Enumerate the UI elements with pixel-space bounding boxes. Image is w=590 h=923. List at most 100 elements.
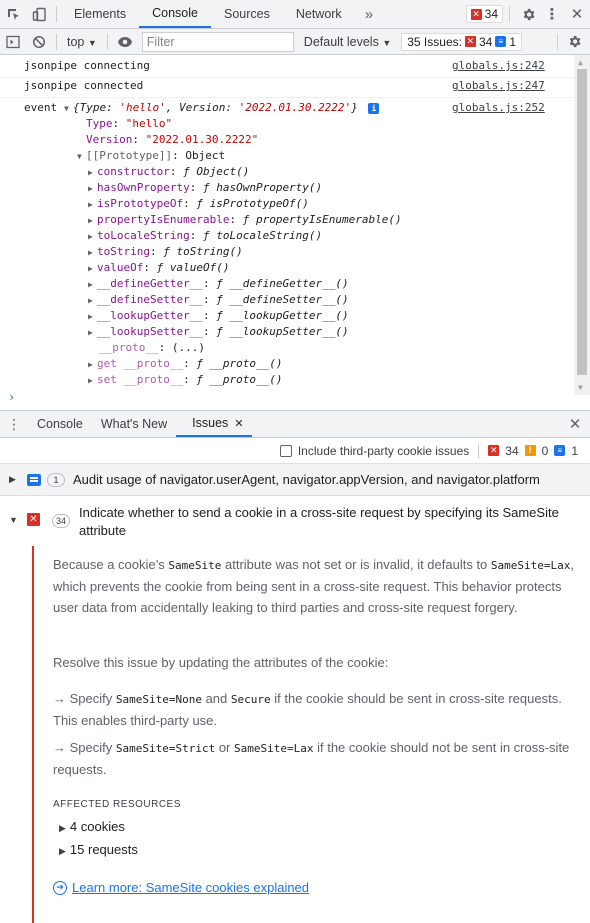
close-devtools-icon[interactable]: ✕ <box>564 5 590 23</box>
more-tabs-button[interactable]: » <box>355 0 383 28</box>
filter-input[interactable]: Filter <box>141 31 294 52</box>
issues-error-count: 34 <box>478 34 493 49</box>
collapsed-triangle-icon[interactable]: ▶ <box>59 846 66 856</box>
expanded-triangle-icon[interactable]: ▼ <box>77 149 86 165</box>
property-key: __defineGetter__ <box>97 277 203 290</box>
drawer-tab-issues-label: Issues <box>192 416 229 430</box>
device-toolbar-icon[interactable] <box>26 0 52 28</box>
console-prompt-icon[interactable]: › <box>8 390 15 404</box>
third-party-cookie-checkbox[interactable] <box>279 444 292 457</box>
show-sidebar-icon[interactable] <box>0 35 26 49</box>
collapsed-triangle-icon[interactable]: ▶ <box>88 277 97 293</box>
collapsed-triangle-icon[interactable]: ▶ <box>88 325 97 341</box>
arrow-right-circle-icon: ➔ <box>53 880 67 895</box>
issue-title: Indicate whether to send a cookie in a c… <box>79 505 559 538</box>
scroll-up-arrow-icon[interactable]: ▲ <box>578 58 583 67</box>
proto-getter[interactable]: ▶ get __proto__: ƒ __proto__() <box>88 356 282 373</box>
prototype-member[interactable]: ▶ isPrototypeOf: ƒ isPrototypeOf() <box>88 196 309 213</box>
source-link[interactable]: globals.js:242 <box>452 58 545 74</box>
prototype-member[interactable]: ▶ __defineSetter__: ƒ __defineSetter__() <box>88 292 349 309</box>
close-drawer-icon[interactable]: ✕ <box>560 411 590 437</box>
log-levels-dropdown[interactable]: Default levels ▼ <box>304 35 391 49</box>
live-expression-eye-icon[interactable] <box>112 36 138 48</box>
drawer-tab-bar: ⋮ Console What's New Issues ✕ ✕ <box>0 410 590 438</box>
expanded-triangle-icon[interactable]: ▼ <box>9 515 18 525</box>
prototype-key: [[Prototype]] <box>86 149 173 162</box>
settings-gear-icon[interactable] <box>516 7 540 22</box>
scroll-down-arrow-icon[interactable]: ▼ <box>578 383 583 392</box>
tab-network[interactable]: Network <box>283 0 355 28</box>
drawer-menu-icon[interactable]: ⋮ <box>0 411 28 437</box>
expanded-triangle-icon[interactable]: ▼ <box>64 101 73 117</box>
prototype-member[interactable]: ▶ constructor: ƒ Object() <box>88 164 249 181</box>
dropdown-arrow-icon: ▼ <box>87 37 97 48</box>
collapsed-triangle-icon[interactable]: ▶ <box>88 357 97 373</box>
console-settings-gear-icon[interactable] <box>558 34 590 49</box>
collapsed-triangle-icon[interactable]: ▶ <box>88 293 97 309</box>
collapsed-triangle-icon[interactable]: ▶ <box>88 229 97 245</box>
close-tab-icon[interactable]: ✕ <box>234 417 243 430</box>
code-secure: Secure <box>230 693 271 706</box>
drawer-tab-issues[interactable]: Issues ✕ <box>176 411 252 437</box>
collapsed-triangle-icon[interactable]: ▶ <box>9 474 19 485</box>
devtools-main-toolbar: Elements Console Sources Network » ✕ 34 … <box>0 0 590 29</box>
more-options-icon[interactable]: ⋮ <box>540 5 564 23</box>
comma: , <box>165 101 179 114</box>
collapsed-triangle-icon[interactable]: ▶ <box>59 823 66 833</box>
console-message: jsonpipe connected globals.js:247 <box>0 78 574 98</box>
error-count: 34 <box>484 7 498 21</box>
tab-sources[interactable]: Sources <box>211 0 283 28</box>
prototype-node[interactable]: ▼ [[Prototype]]: Object <box>77 148 225 165</box>
collapsed-triangle-icon[interactable]: ▶ <box>88 373 97 389</box>
drawer-tab-whats-new[interactable]: What's New <box>92 411 176 437</box>
issues-counter-button[interactable]: 35 Issues: ✕ 34 ≡ 1 <box>401 32 522 51</box>
info-count: 1 <box>571 443 578 458</box>
prototype-member[interactable]: ▶ valueOf: ƒ valueOf() <box>88 260 229 277</box>
drawer-tab-console[interactable]: Console <box>28 411 92 437</box>
collapsed-triangle-icon[interactable]: ▶ <box>88 181 97 197</box>
collapsed-triangle-icon[interactable]: ▶ <box>88 165 97 181</box>
source-link[interactable]: globals.js:247 <box>452 78 545 94</box>
prototype-member[interactable]: ▶ __lookupSetter__: ƒ __lookupSetter__() <box>88 324 349 341</box>
affected-cookies-toggle[interactable]: ▶ 4 cookies <box>59 819 125 834</box>
inspect-element-icon[interactable] <box>0 0 26 28</box>
clear-console-icon[interactable] <box>26 35 52 49</box>
prototype-member[interactable]: ▶ __defineGetter__: ƒ __defineGetter__() <box>88 276 349 293</box>
info-icon[interactable]: i <box>368 103 380 114</box>
object-summary[interactable]: ▼ {Type: 'hello', Version: '2022.01.30.22… <box>64 100 380 117</box>
affected-requests-toggle[interactable]: ▶ 15 requests <box>59 842 138 857</box>
source-link[interactable]: globals.js:252 <box>452 100 545 116</box>
console-scrollbar[interactable]: ▲ ▼ <box>574 55 590 395</box>
proto-accessor[interactable]: __proto__: (...) <box>99 340 205 356</box>
summary-key: Version: <box>178 101 239 114</box>
prototype-member[interactable]: ▶ toString: ƒ toString() <box>88 244 243 261</box>
learn-more-link[interactable]: Learn more: SameSite cookies explained <box>72 880 309 895</box>
property-value: ƒ Object() <box>183 165 250 178</box>
issue-row-user-agent[interactable]: ▶ 1 Audit usage of navigator.userAgent, … <box>0 464 590 496</box>
console-message-text: jsonpipe connecting <box>24 59 150 72</box>
text: or <box>215 740 234 755</box>
prototype-member[interactable]: ▶ propertyIsEnumerable: ƒ propertyIsEnume… <box>88 212 402 229</box>
prototype-member[interactable]: ▶ hasOwnProperty: ƒ hasOwnProperty() <box>88 180 322 197</box>
context-selector[interactable]: top ▼ <box>61 35 103 49</box>
text: → Specify <box>53 691 116 706</box>
collapsed-triangle-icon[interactable]: ▶ <box>88 197 97 213</box>
prototype-member[interactable]: ▶ toLocaleString: ƒ toLocaleString() <box>88 228 322 245</box>
property-key: __lookupGetter__ <box>97 309 203 322</box>
error-counter-button[interactable]: ✕ 34 <box>465 5 503 23</box>
property-value: (...) <box>171 341 205 354</box>
scrollbar-thumb[interactable] <box>577 69 587 375</box>
error-count: 34 <box>505 443 519 458</box>
tab-console[interactable]: Console <box>139 0 211 28</box>
property-value: "hello" <box>125 117 173 130</box>
prototype-member[interactable]: ▶ __lookupGetter__: ƒ __lookupGetter__() <box>88 308 349 325</box>
collapsed-triangle-icon[interactable]: ▶ <box>88 309 97 325</box>
collapsed-triangle-icon[interactable]: ▶ <box>88 213 97 229</box>
issue-row-samesite[interactable]: ▼ ✕ 34 Indicate whether to send a cookie… <box>0 500 590 546</box>
property-value: ƒ valueOf() <box>156 261 230 274</box>
proto-setter[interactable]: ▶ set __proto__: ƒ __proto__() <box>88 372 282 389</box>
collapsed-triangle-icon[interactable]: ▶ <box>88 261 97 277</box>
property-value: ƒ toLocaleString() <box>202 229 323 242</box>
collapsed-triangle-icon[interactable]: ▶ <box>88 245 97 261</box>
tab-elements[interactable]: Elements <box>61 0 139 28</box>
